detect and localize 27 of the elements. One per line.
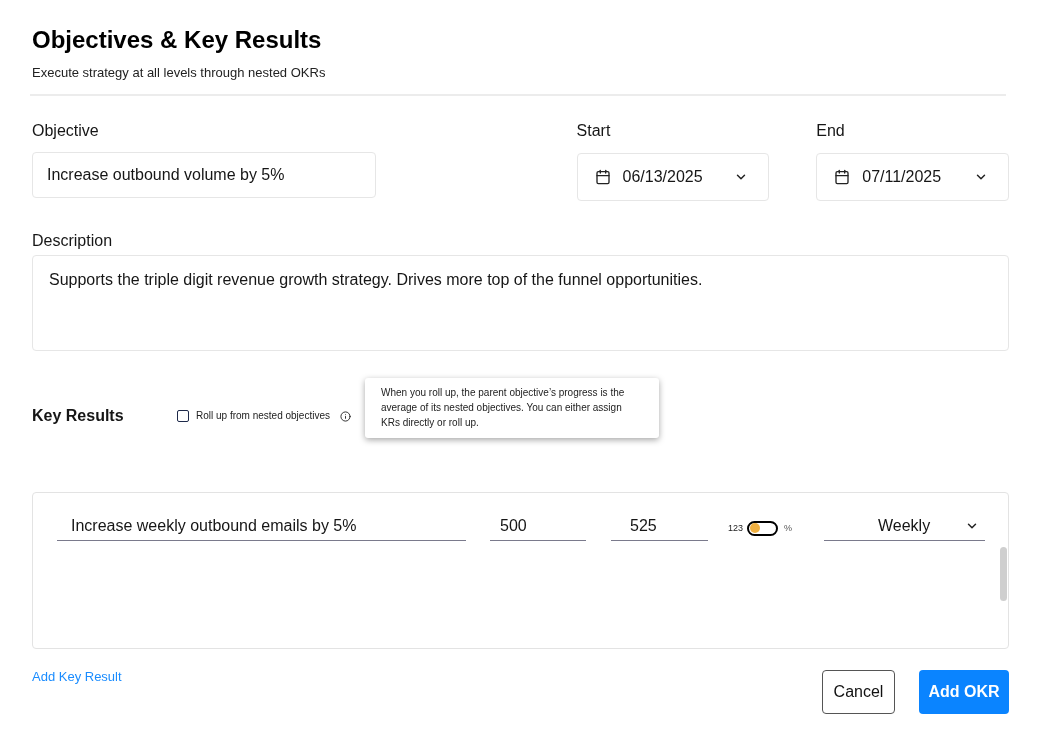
calendar-icon (594, 169, 611, 185)
number-unit-label: 123 (728, 523, 744, 533)
tooltip: When you roll up, the parent objective’s progress is the average of its nested objectives. You can either assign KRs directly or roll up. (365, 378, 659, 438)
key-result-name-input[interactable]: Increase weekly outbound emails by 5% (57, 511, 466, 541)
rollup-checkbox[interactable] (177, 410, 189, 422)
frequency-select[interactable]: Weekly (824, 511, 985, 541)
description-textarea[interactable]: Supports the triple digit revenue growth strategy. Drives more top of the funnel opportunities. (32, 255, 1009, 351)
start-value-input[interactable]: 500 (490, 511, 586, 541)
field-label: Description (32, 231, 113, 251)
field-label: Objective (32, 121, 99, 141)
add-okr-button[interactable]: Add OKR (919, 670, 1009, 714)
scrollbar-thumb[interactable] (1000, 547, 1007, 601)
field-label: End (816, 121, 845, 141)
calendar-icon (834, 169, 851, 185)
objective-input[interactable]: Increase outbound volume by 5% (32, 152, 376, 198)
target-value-input[interactable]: 525 (611, 511, 708, 541)
section-title: Key Results (32, 406, 125, 426)
checkbox-label: Roll up from nested objectives (196, 410, 330, 422)
page-title: Objectives & Key Results (32, 26, 322, 54)
info-icon[interactable] (339, 410, 351, 422)
page-subtitle: Execute strategy at all levels through nested OKRs (32, 65, 326, 81)
percent-unit-label: % (784, 523, 793, 533)
cancel-button[interactable]: Cancel (822, 670, 895, 714)
date-picker[interactable]: 06/13/2025 (576, 153, 770, 201)
unit-toggle[interactable] (747, 520, 779, 536)
field-label: Start (576, 121, 611, 141)
date-picker[interactable]: 07/11/2025 (816, 153, 1009, 201)
